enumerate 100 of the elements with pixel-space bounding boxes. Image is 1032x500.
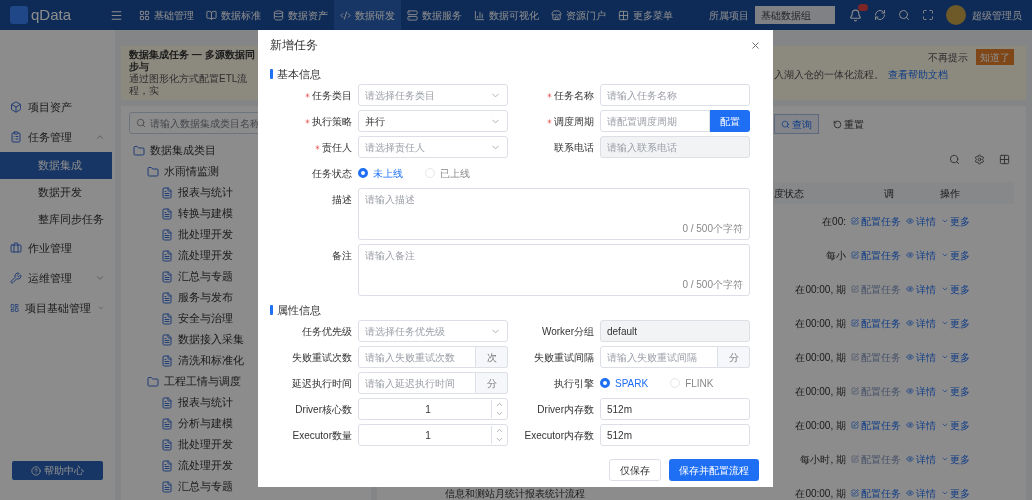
field-label: 执行策略 — [312, 114, 352, 129]
detail-link[interactable]: 详情 — [906, 315, 936, 331]
input-field[interactable]: 请输入失败重试次数 — [358, 346, 476, 368]
save-and-configure-button[interactable]: 保存并配置流程 — [669, 459, 759, 481]
radio-button[interactable] — [600, 378, 610, 388]
tree-item[interactable]: 清洗和标准化 — [178, 352, 244, 369]
sidebar-subitem[interactable]: 数据开发 — [0, 179, 112, 206]
nav-tab[interactable]: 数据标准 — [200, 0, 267, 30]
settings-icon[interactable] — [974, 154, 985, 165]
sidebar-subitem[interactable]: 数据集成 — [0, 152, 112, 179]
detail-link[interactable]: 详情 — [906, 213, 936, 229]
more-link[interactable]: 更多 — [941, 451, 970, 467]
input-field[interactable]: 请输入延迟执行时间 — [358, 372, 476, 394]
radio-button[interactable] — [358, 168, 368, 178]
configure-task-link[interactable]: 配置任务 — [851, 247, 901, 263]
input-field[interactable]: 请输入失败重试间隔 — [600, 346, 718, 368]
detail-link[interactable]: 详情 — [906, 281, 936, 297]
more-link[interactable]: 更多 — [941, 247, 970, 263]
number-field[interactable]: 1 — [358, 398, 508, 420]
input-field[interactable]: 512m — [600, 398, 750, 420]
tree-item[interactable]: 安全与治理 — [178, 310, 233, 327]
edit-icon — [851, 387, 859, 395]
tree-item[interactable]: 汇总与专题 — [178, 268, 233, 285]
tree-item[interactable]: 批处理开发 — [178, 436, 233, 453]
textarea-field[interactable]: 请输入备注 0 / 500个字符 — [358, 244, 750, 296]
select-field[interactable]: 请选择任务优先级 — [358, 320, 508, 342]
configure-task-link[interactable]: 配置任务 — [851, 485, 901, 500]
select-field[interactable]: 请选择责任人 — [358, 136, 508, 158]
tree-item[interactable]: 批处理开发 — [178, 226, 233, 243]
help-doc-link[interactable]: 查看帮助文档 — [888, 67, 948, 82]
configure-task-link[interactable]: 配置任务 — [851, 315, 901, 331]
tree-item[interactable]: 汇总与专题 — [178, 478, 233, 495]
query-button[interactable]: 查询 — [774, 114, 819, 134]
acknowledge-button[interactable]: 知道了 — [976, 49, 1014, 65]
number-field[interactable]: 1 — [358, 424, 508, 446]
detail-link[interactable]: 详情 — [906, 349, 936, 365]
nav-tab[interactable]: 数据可视化 — [468, 0, 545, 30]
configure-task-link[interactable]: 配置任务 — [851, 417, 901, 433]
tree-item[interactable]: 转换与建模 — [178, 205, 233, 222]
tree-item[interactable]: 流处理开发 — [178, 247, 233, 264]
close-icon[interactable] — [750, 39, 761, 51]
tree-item[interactable]: 水雨情监测 — [164, 163, 219, 180]
detail-link[interactable]: 详情 — [906, 485, 936, 500]
select-field[interactable]: 请选择任务类目 — [358, 84, 508, 106]
refresh-icon[interactable] — [874, 9, 886, 21]
detail-link[interactable]: 详情 — [906, 383, 936, 399]
textarea-field[interactable]: 请输入描述 0 / 500个字符 — [358, 188, 750, 240]
field-label: Driver内存数 — [537, 402, 594, 417]
input-field[interactable]: 请输入任务名称 — [600, 84, 750, 106]
save-button[interactable]: 仅保存 — [609, 459, 661, 481]
dismiss-link[interactable]: 不再提示 — [928, 49, 968, 65]
nav-tab[interactable]: 基础管理 — [133, 0, 200, 30]
search-icon[interactable] — [898, 9, 910, 21]
detail-link[interactable]: 详情 — [906, 417, 936, 433]
more-link[interactable]: 更多 — [941, 383, 970, 399]
nav-tab[interactable]: 数据研发 — [334, 0, 401, 30]
tree-item[interactable]: 数据集成类目 — [150, 142, 216, 159]
input-field[interactable]: 512m — [600, 424, 750, 446]
tree-item[interactable]: 服务与发布 — [178, 289, 233, 306]
configure-task-link[interactable]: 配置任务 — [851, 213, 901, 229]
nav-tab[interactable]: 更多菜单 — [612, 0, 679, 30]
project-select[interactable]: 基础数据组 — [755, 6, 835, 24]
more-link[interactable]: 更多 — [941, 417, 970, 433]
sidebar-item[interactable]: 项目资产 — [28, 98, 105, 116]
search-icon[interactable] — [949, 154, 960, 165]
more-link[interactable]: 更多 — [941, 485, 970, 500]
tree-item[interactable]: 分析与建模 — [178, 415, 233, 432]
nav-tab[interactable]: 资源门户 — [545, 0, 612, 30]
menu-icon[interactable] — [110, 8, 123, 22]
nav-tab[interactable]: 数据资产 — [267, 0, 334, 30]
detail-link[interactable]: 详情 — [906, 451, 936, 467]
sidebar-item[interactable]: 项目基础管理 — [25, 299, 92, 317]
tree-item[interactable]: 流处理开发 — [178, 457, 233, 474]
configure-button[interactable]: 配置 — [710, 110, 750, 132]
help-center-button[interactable]: 帮助中心 — [12, 461, 103, 480]
reset-button[interactable]: 重置 — [829, 114, 868, 134]
tree-item[interactable]: 报表与统计 — [178, 184, 233, 201]
fullscreen-icon[interactable] — [922, 9, 934, 21]
tree-item[interactable]: 工程工情与调度 — [164, 373, 241, 390]
detail-link[interactable]: 详情 — [906, 247, 936, 263]
sidebar-item[interactable]: 作业管理 — [28, 239, 105, 257]
file-icon — [161, 396, 173, 409]
user-name[interactable]: 超级管理员 — [972, 7, 1022, 23]
tree-item[interactable]: 数据接入采集 — [178, 331, 244, 348]
sidebar-item[interactable]: 任务管理 — [28, 128, 89, 146]
tree-item[interactable]: 报表与统计 — [178, 394, 233, 411]
more-link[interactable]: 更多 — [941, 213, 970, 229]
notification-icon[interactable] — [849, 8, 862, 22]
sidebar-item[interactable]: 运维管理 — [28, 269, 89, 287]
nav-tab[interactable]: 数据服务 — [401, 0, 468, 30]
decrement-icon[interactable] — [495, 435, 504, 444]
avatar[interactable] — [946, 5, 966, 25]
input-field[interactable]: 请配置调度周期 — [600, 110, 710, 132]
more-link[interactable]: 更多 — [941, 315, 970, 331]
select-field[interactable]: 并行 — [358, 110, 508, 132]
decrement-icon[interactable] — [495, 409, 504, 418]
grid-icon[interactable] — [999, 154, 1010, 165]
more-link[interactable]: 更多 — [941, 281, 970, 297]
sidebar-subitem[interactable]: 整库同步任务 — [0, 206, 112, 233]
more-link[interactable]: 更多 — [941, 349, 970, 365]
